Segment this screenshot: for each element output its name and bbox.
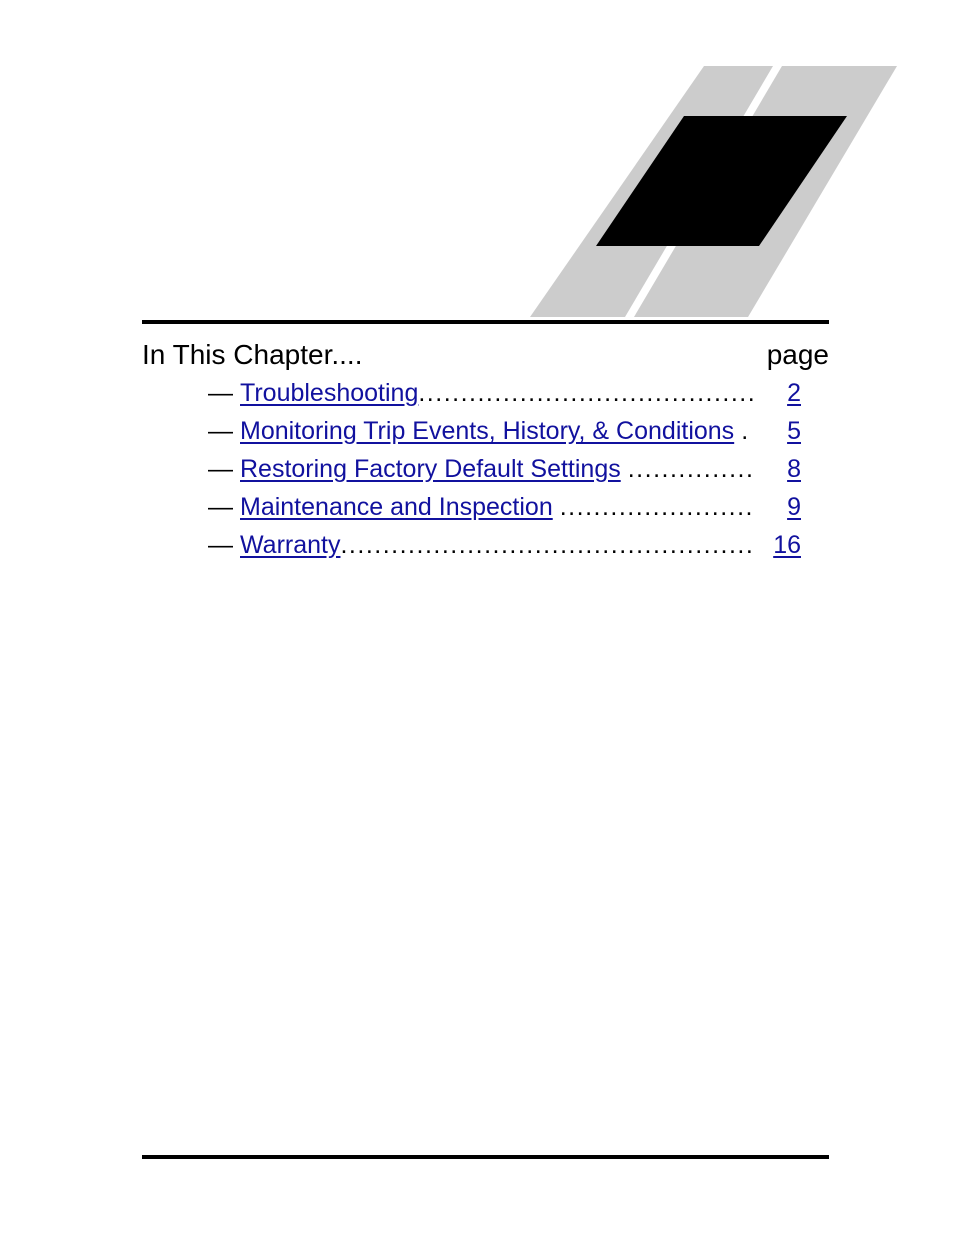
dot-leader: ........................................… bbox=[340, 531, 755, 559]
toc-page-number[interactable]: 9 bbox=[755, 492, 801, 522]
list-item[interactable]: — Troubleshooting ......................… bbox=[142, 378, 829, 416]
toc-page-number[interactable]: 8 bbox=[755, 454, 801, 484]
toc-link-troubleshooting[interactable]: Troubleshooting bbox=[240, 378, 418, 408]
toc-link-maintenance-and-inspection[interactable]: Maintenance and Inspection bbox=[240, 492, 553, 522]
toc-page-number[interactable]: 5 bbox=[755, 416, 801, 446]
dot-leader: . bbox=[741, 417, 750, 445]
dot-leader: ........................... bbox=[559, 493, 755, 521]
toc-page-number[interactable]: 16 bbox=[755, 530, 801, 560]
table-of-contents: — Troubleshooting ......................… bbox=[142, 378, 829, 568]
toc-page-number[interactable]: 2 bbox=[755, 378, 801, 408]
em-dash-bullet: — bbox=[208, 455, 233, 483]
em-dash-bullet: — bbox=[208, 493, 233, 521]
em-dash-bullet: — bbox=[208, 531, 233, 559]
list-item[interactable]: — Maintenance and Inspection ...........… bbox=[142, 492, 829, 530]
em-dash-bullet: — bbox=[208, 417, 233, 445]
list-item[interactable]: — Monitoring Trip Events, History, & Con… bbox=[142, 416, 829, 454]
list-item[interactable]: — Restoring Factory Default Settings ...… bbox=[142, 454, 829, 492]
toc-link-monitoring-trip-events[interactable]: Monitoring Trip Events, History, & Condi… bbox=[240, 416, 734, 446]
chapter-banner-graphic bbox=[530, 66, 897, 317]
rule-bottom bbox=[142, 1155, 829, 1159]
em-dash-bullet: — bbox=[208, 379, 233, 407]
list-item[interactable]: — Warranty .............................… bbox=[142, 530, 829, 568]
toc-link-restoring-factory-default-settings[interactable]: Restoring Factory Default Settings bbox=[240, 454, 621, 484]
chapter-heading: In This Chapter.... page bbox=[142, 338, 829, 372]
toc-link-warranty[interactable]: Warranty bbox=[240, 530, 340, 560]
rule-top bbox=[142, 320, 829, 324]
dot-leader: ........................................… bbox=[418, 379, 755, 407]
dot-leader: ................. bbox=[627, 455, 755, 483]
page-column-label: page bbox=[766, 339, 829, 370]
page-title: In This Chapter.... bbox=[142, 339, 363, 370]
